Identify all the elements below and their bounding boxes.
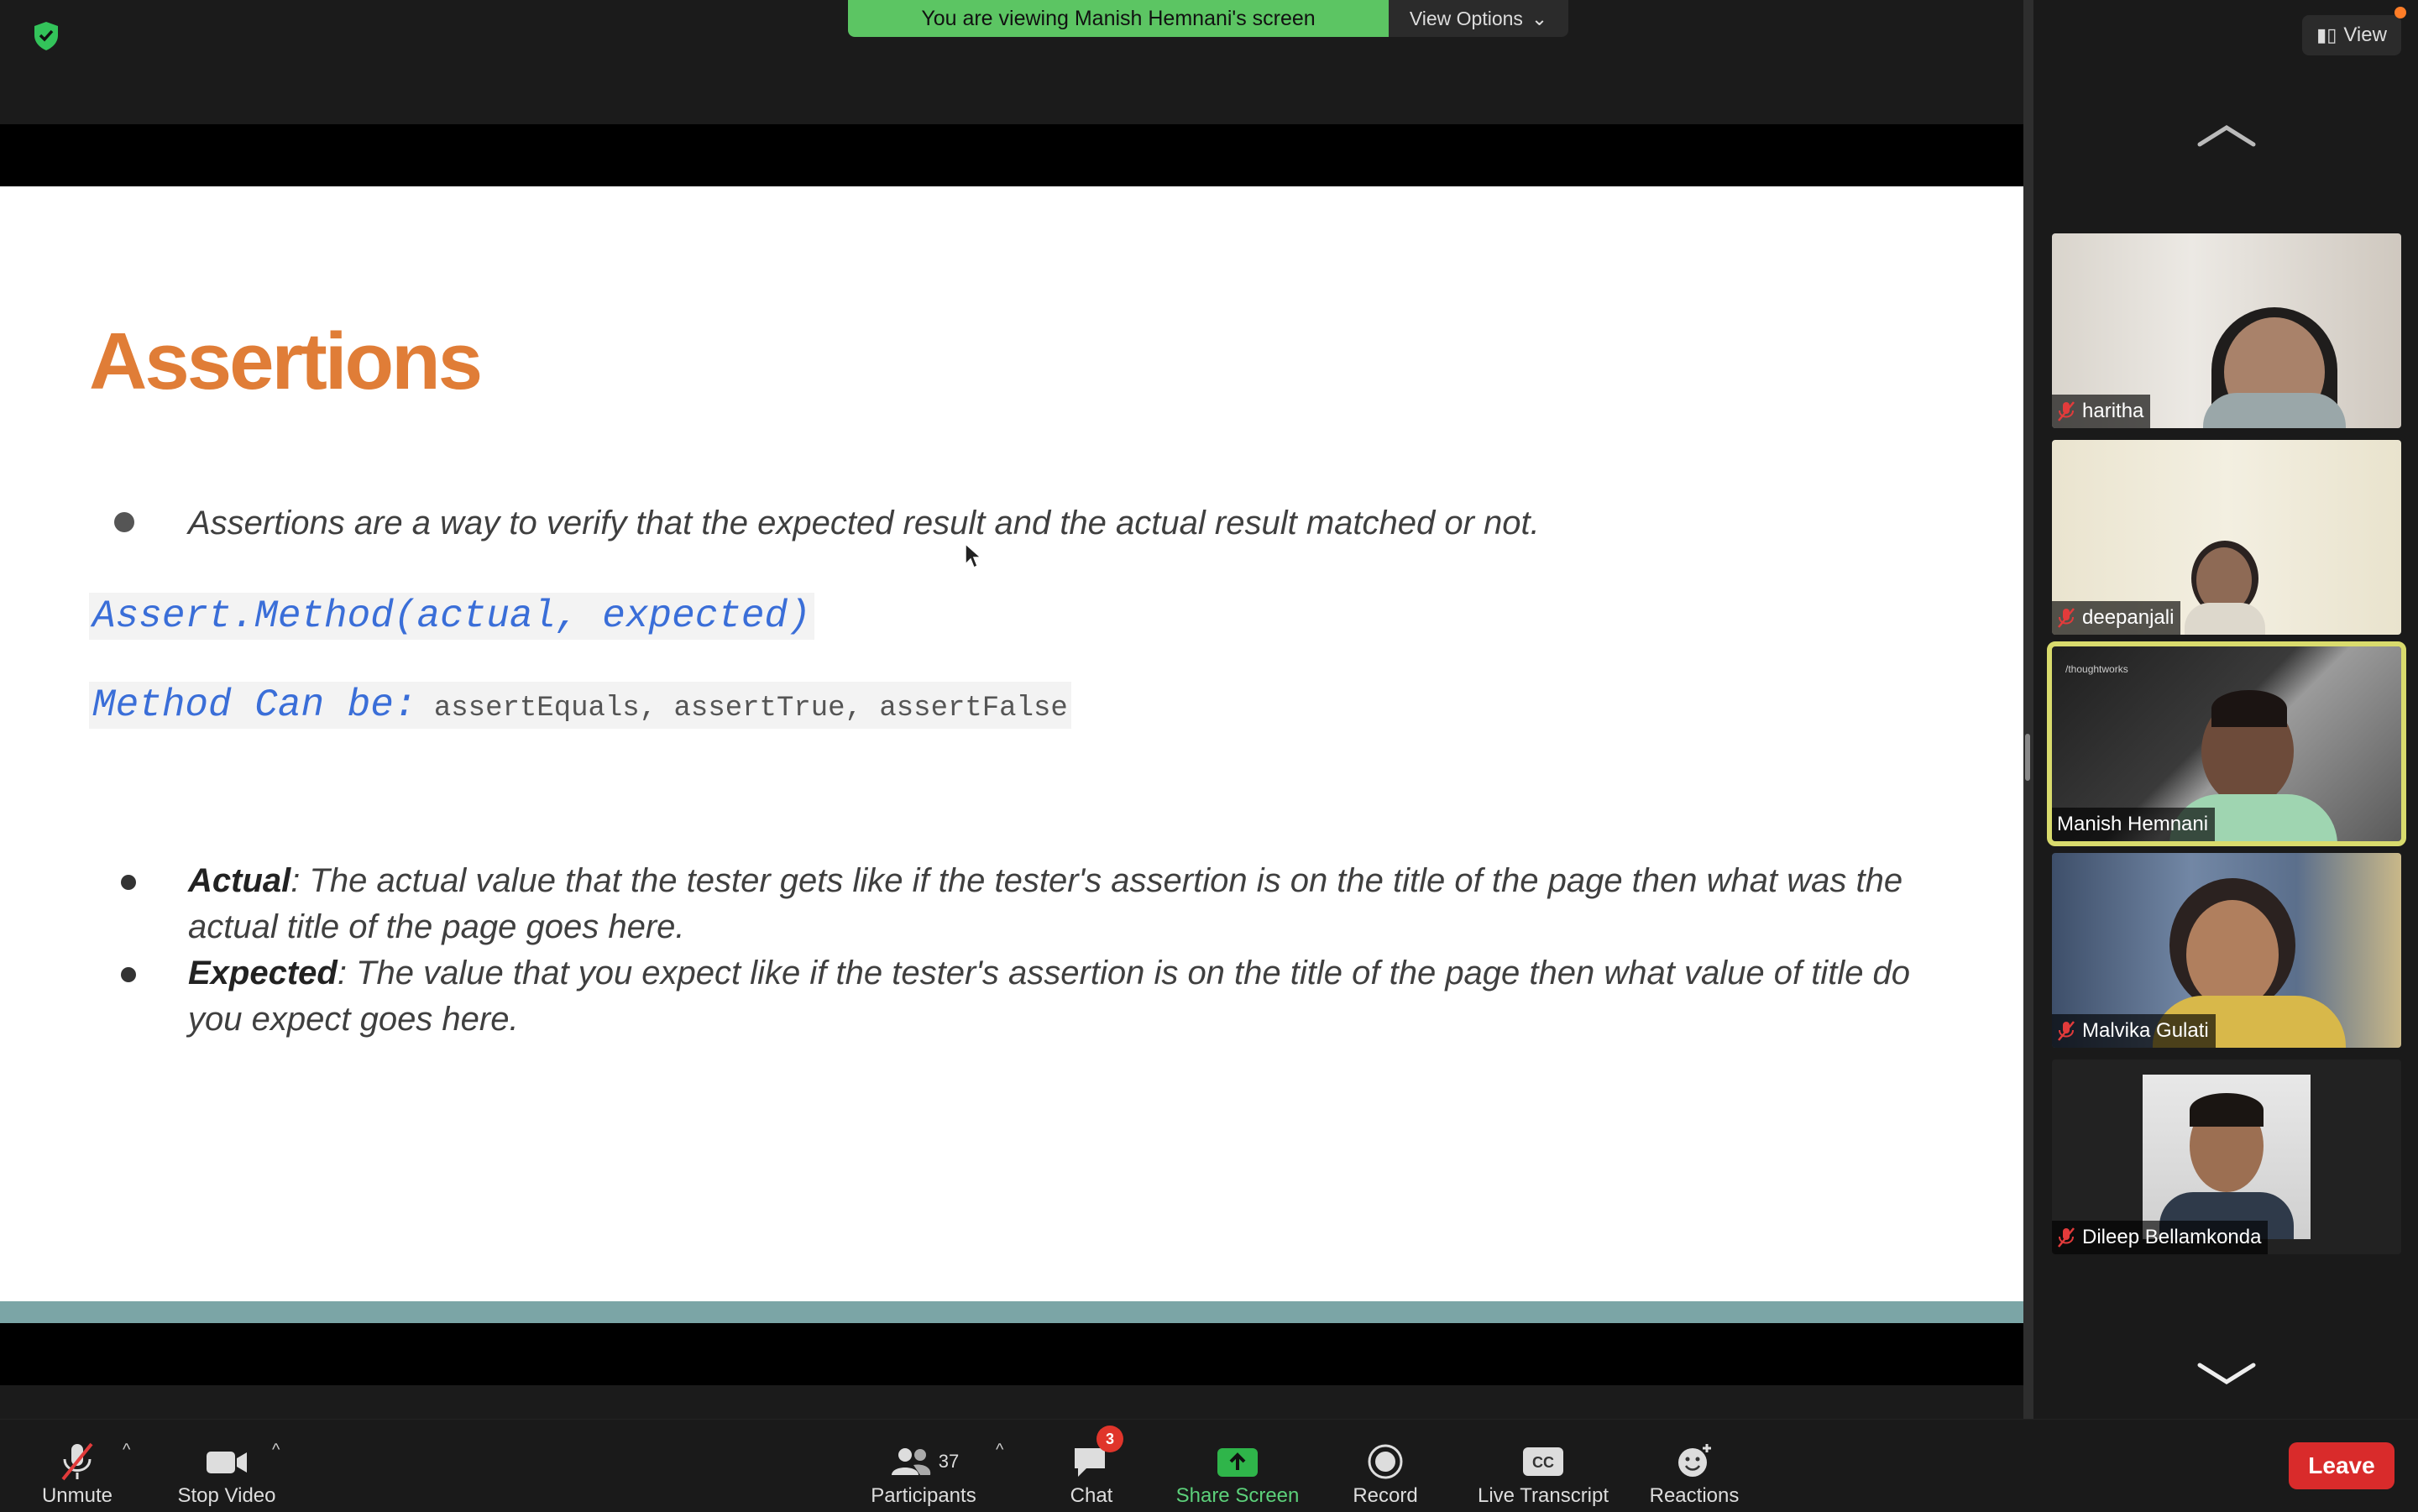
code-method-names: assertEquals, assertTrue, assertFalse: [416, 693, 1068, 725]
leave-button[interactable]: Leave: [2289, 1442, 2394, 1489]
stop-video-label: Stop Video: [177, 1484, 276, 1507]
bullet-term-actual: Actual: [188, 862, 291, 899]
participants-icon-group: 37: [888, 1439, 959, 1484]
letterbox-top: [0, 124, 2023, 186]
audio-options-caret-icon[interactable]: ^: [123, 1441, 130, 1460]
slide-footer-band: [0, 1301, 2023, 1323]
reactions-button[interactable]: Reactions: [1642, 1427, 1746, 1508]
mic-muted-icon: [2058, 608, 2075, 628]
participants-count: 37: [938, 1451, 960, 1472]
slide-bullet-expected: Expected: The value that you expect like…: [188, 950, 1934, 1043]
record-button[interactable]: Record: [1343, 1427, 1427, 1508]
chevron-down-icon[interactable]: [2193, 1357, 2260, 1390]
mouse-cursor-icon: [965, 542, 982, 569]
wall-logo: /thoughtworks: [2065, 663, 2128, 675]
smiley-icon: [1675, 1439, 1714, 1484]
slide-bullet-1: Assertions are a way to verify that the …: [188, 505, 1540, 541]
view-options-label: View Options: [1409, 7, 1523, 29]
participant-name: Manish Hemnani: [2057, 813, 2209, 835]
mic-muted-icon: [2058, 1021, 2075, 1041]
participant-name-tag: Malvika Gulati: [2052, 1014, 2216, 1048]
view-options-button[interactable]: View Options ⌄: [1389, 0, 1568, 37]
bullet-term-expected: Expected: [188, 955, 338, 991]
bullet-icon: [114, 512, 134, 532]
letterbox-bottom: [0, 1323, 2023, 1385]
chevron-up-icon[interactable]: [2193, 119, 2260, 153]
participant-name-tag: haritha: [2052, 395, 2151, 428]
chat-unread-badge: 3: [1096, 1426, 1123, 1452]
live-transcript-label: Live Transcript: [1477, 1484, 1609, 1507]
viewing-screen-banner: You are viewing Manish Hemnani's screen: [848, 0, 1389, 37]
participant-name: Dileep Bellamkonda: [2082, 1226, 2262, 1248]
share-screen-button[interactable]: Share Screen: [1169, 1427, 1306, 1508]
notification-dot: [2394, 7, 2406, 18]
layout-icon: ▮▯: [2316, 24, 2337, 45]
reactions-label: Reactions: [1649, 1484, 1740, 1507]
stop-video-button[interactable]: Stop Video: [168, 1427, 285, 1508]
view-button[interactable]: ▮▯ View: [2302, 15, 2401, 55]
participant-name-tag: Manish Hemnani: [2052, 808, 2216, 841]
bullet-icon: [121, 875, 136, 890]
code-method-list: Method Can be: assertEquals, assertTrue,…: [89, 682, 1071, 729]
record-icon: [1367, 1439, 1404, 1484]
participant-name: deepanjali: [2082, 606, 2175, 629]
participants-icon: [891, 1448, 930, 1475]
chevron-down-icon: ⌄: [1531, 7, 1548, 29]
bullet-text-expected: : The value that you expect like if the …: [188, 955, 1911, 1038]
share-screen-icon: [1216, 1439, 1259, 1484]
participant-tile[interactable]: deepanjali: [2052, 440, 2401, 635]
participants-label: Participants: [871, 1484, 976, 1507]
code-method-label: Method Can be:: [92, 683, 417, 727]
svg-text:CC: CC: [1532, 1454, 1554, 1471]
code-assert-method: Assert.Method(actual, expected): [89, 593, 814, 640]
participant-tile[interactable]: Malvika Gulati: [2052, 853, 2401, 1048]
unmute-label: Unmute: [41, 1484, 113, 1507]
mic-muted-icon: [2058, 1227, 2075, 1248]
participant-name: Malvika Gulati: [2082, 1019, 2209, 1042]
mic-muted-icon: [58, 1439, 97, 1484]
share-screen-label: Share Screen: [1175, 1484, 1300, 1507]
participant-tile[interactable]: Dileep Bellamkonda: [2052, 1059, 2401, 1254]
panel-resize-handle[interactable]: [2025, 734, 2030, 781]
slide-title: Assertions: [89, 317, 483, 406]
participant-tile[interactable]: haritha: [2052, 233, 2401, 428]
mic-muted-icon: [2058, 401, 2075, 421]
panel-divider[interactable]: [2023, 0, 2033, 1419]
participants-button[interactable]: 37 Participants: [865, 1427, 982, 1508]
chat-label: Chat: [1070, 1484, 1113, 1507]
participant-name-tag: Dileep Bellamkonda: [2052, 1221, 2269, 1254]
participant-tile-active-speaker[interactable]: /thoughtworks Manish Hemnani: [2047, 641, 2406, 846]
live-transcript-button[interactable]: CC Live Transcript: [1469, 1427, 1617, 1508]
security-shield-icon[interactable]: [32, 20, 60, 52]
bullet-icon: [121, 967, 136, 982]
video-camera-icon: [203, 1439, 250, 1484]
view-label: View: [2343, 24, 2387, 46]
bullet-text-actual: : The actual value that the tester gets …: [188, 862, 1903, 945]
participant-name: haritha: [2082, 400, 2144, 422]
record-label: Record: [1353, 1484, 1418, 1507]
video-options-caret-icon[interactable]: ^: [272, 1441, 280, 1460]
participants-options-caret-icon[interactable]: ^: [996, 1441, 1003, 1460]
participant-name-tag: deepanjali: [2052, 601, 2181, 635]
slide-bullet-actual: Actual: The actual value that the tester…: [188, 858, 1934, 950]
closed-captions-icon: CC: [1521, 1439, 1565, 1484]
unmute-button[interactable]: Unmute: [34, 1427, 121, 1508]
participant-avatar: [2143, 1075, 2311, 1239]
